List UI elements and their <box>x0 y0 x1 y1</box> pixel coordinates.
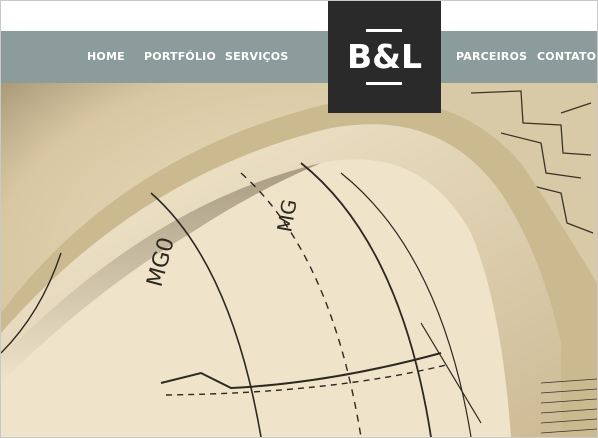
logo-bottom-rule <box>366 82 402 85</box>
nav-portfolio[interactable]: PORTFÓLIO <box>144 31 216 83</box>
nav-parceiros[interactable]: PARCEIROS <box>456 31 527 83</box>
nav-home[interactable]: HOME <box>87 31 125 83</box>
logo-top-rule <box>366 29 402 32</box>
top-strip <box>1 1 597 31</box>
page-frame: HOME PORTFÓLIO SERVIÇOS PARCEIROS CONTAT… <box>0 0 598 438</box>
logo[interactable]: B&L <box>328 1 441 113</box>
nav-servicos[interactable]: SERVIÇOS <box>225 31 288 83</box>
hero-blueprint-image: MG0 MG <box>1 83 597 437</box>
nav-contato[interactable]: CONTATO <box>537 31 596 83</box>
navbar: HOME PORTFÓLIO SERVIÇOS PARCEIROS CONTAT… <box>1 31 597 83</box>
logo-text: B&L <box>347 37 422 76</box>
